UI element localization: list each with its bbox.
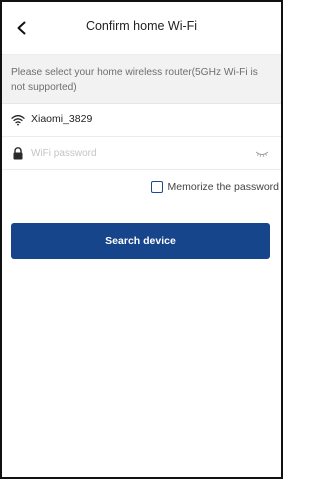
memorize-checkbox[interactable] [150, 181, 163, 193]
password-visibility-toggle[interactable] [255, 146, 269, 160]
password-row [2, 137, 281, 170]
wifi-row[interactable]: Xiaomi_3829 [2, 104, 281, 137]
wifi-ssid: Xiaomi_3829 [31, 113, 93, 125]
search-device-button[interactable]: Search device [11, 223, 270, 259]
header: Confirm home Wi-Fi [2, 2, 281, 55]
password-input[interactable] [29, 143, 243, 163]
page-title: Confirm home Wi-Fi [85, 19, 198, 33]
lock-icon [11, 146, 25, 160]
wifi-icon [11, 113, 25, 127]
memorize-label: Memorize the password [167, 181, 279, 193]
info-banner: Please select your home wireless router(… [2, 55, 281, 104]
app-screen: Confirm home Wi-Fi Please select your ho… [0, 0, 283, 479]
info-text: Please select your home wireless router(… [11, 67, 258, 93]
memorize-password-option[interactable]: Memorize the password [150, 179, 279, 195]
eye-closed-icon [255, 151, 269, 157]
